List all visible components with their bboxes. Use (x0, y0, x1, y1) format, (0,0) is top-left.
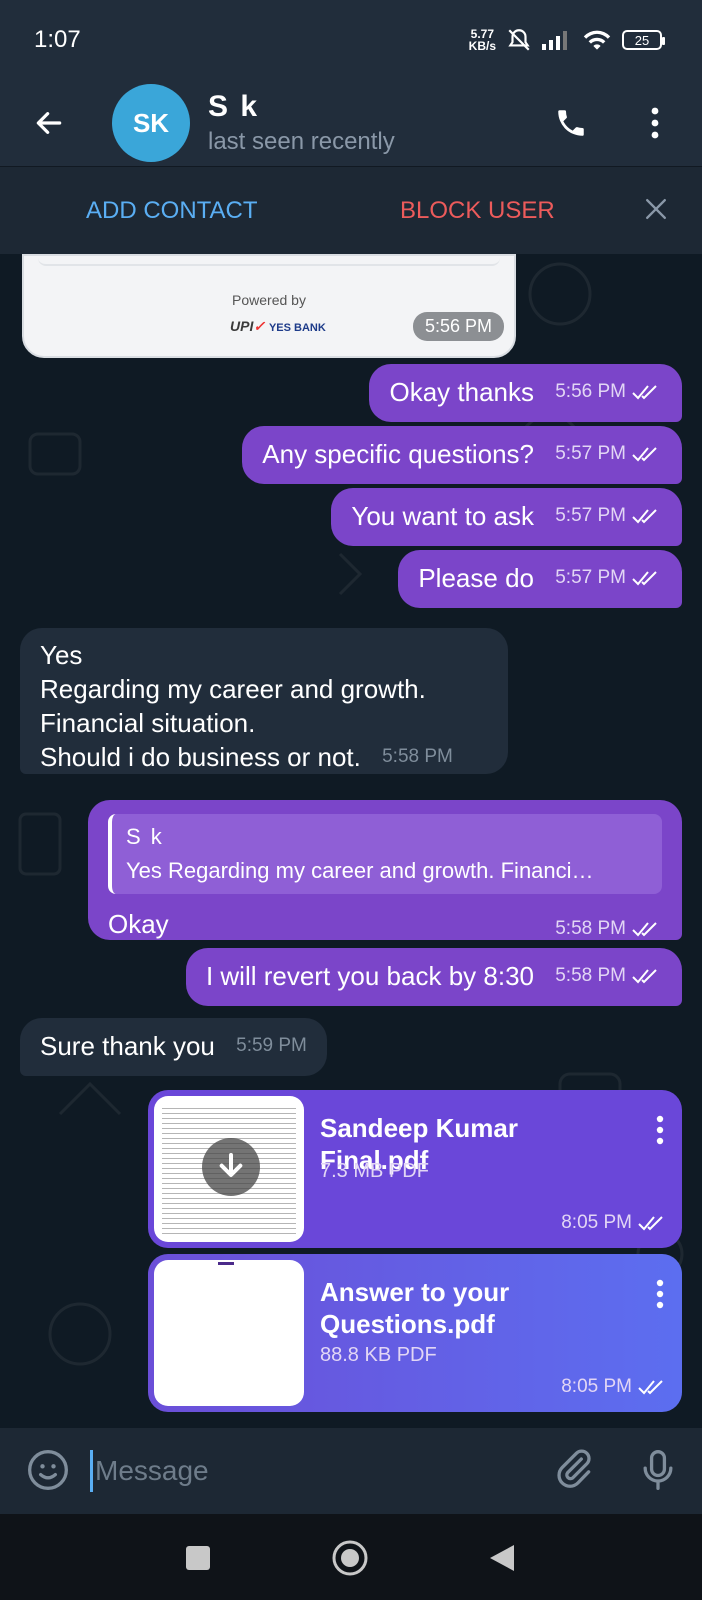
file-name: Answer to your Questions.pdf (320, 1277, 510, 1339)
file-size: 7.3 MB PDF (320, 1160, 429, 1182)
outgoing-reply-message[interactable]: S k Yes Regarding my career and growth. … (88, 800, 682, 940)
message-meta: 5:56 PM (555, 375, 662, 409)
nav-back-button[interactable] (480, 1536, 524, 1580)
more-vert-icon (651, 107, 659, 139)
system-nav-bar (0, 1514, 702, 1600)
incoming-message[interactable]: Sure thank you 5:59 PM (20, 1018, 327, 1076)
status-time: 1:07 (34, 26, 81, 53)
file-message[interactable]: Answer to your Questions.pdf 88.8 KB PDF… (148, 1254, 682, 1412)
message-text: Sure thank you (40, 1031, 215, 1061)
outgoing-message[interactable]: Okay thanks 5:56 PM (369, 364, 682, 422)
double-check-icon (632, 922, 657, 937)
reply-quote[interactable]: S k Yes Regarding my career and growth. … (108, 814, 662, 894)
double-check-icon (632, 969, 657, 984)
message-text: Please do (418, 563, 534, 593)
close-icon (645, 198, 667, 220)
telegram-chat-screen: 1:07 5.77 KB/s 25 SK S k last seen recen… (0, 0, 702, 1600)
more-options-button[interactable] (630, 98, 680, 148)
emoji-icon[interactable] (26, 1448, 70, 1492)
double-check-icon (632, 571, 657, 586)
card-timestamp: 5:56 PM (412, 312, 504, 341)
message-meta: 5:59 PM (236, 1035, 307, 1056)
status-icons: 5.77 KB/s 25 (468, 27, 665, 53)
double-check-icon (632, 385, 657, 400)
back-button[interactable] (24, 98, 74, 148)
contact-action-bar: ADD CONTACT BLOCK USER (0, 166, 702, 254)
status-bar: 1:07 5.77 KB/s 25 (0, 0, 702, 80)
signal-icon (542, 31, 567, 50)
message-meta: 5:57 PM (555, 437, 662, 471)
outgoing-message[interactable]: Please do 5:57 PM (398, 550, 682, 608)
message-meta: 5:58 PM (555, 912, 662, 946)
message-meta: 5:58 PM (555, 959, 662, 993)
close-action-bar-button[interactable] (634, 187, 678, 231)
more-vert-icon (656, 1279, 664, 1309)
file-thumbnail[interactable] (154, 1096, 304, 1242)
payment-card[interactable]: Powered by UPI✓ YES BANK 5:56 PM (22, 254, 516, 358)
message-composer (0, 1428, 702, 1514)
file-options-button[interactable] (648, 1274, 672, 1314)
message-text: You want to ask (351, 501, 534, 531)
battery-indicator: 25 (622, 30, 665, 50)
message-input[interactable] (90, 1450, 510, 1492)
message-meta: 8:05 PM (561, 1212, 668, 1234)
nav-home-icon (332, 1540, 368, 1576)
message-meta: 5:58 PM (382, 746, 453, 767)
back-arrow-icon (36, 112, 62, 134)
incoming-message[interactable]: Yes Regarding my career and growth. Fina… (20, 628, 508, 774)
message-text: Okay thanks (389, 377, 534, 407)
message-meta: 5:57 PM (555, 561, 662, 595)
block-user-button[interactable]: BLOCK USER (400, 197, 555, 225)
phone-icon (558, 110, 584, 136)
double-check-icon (632, 509, 657, 524)
message-text: I will revert you back by 8:30 (205, 961, 534, 991)
reply-sender: S k (126, 824, 164, 849)
reply-text: Yes Regarding my career and growth. Fina… (126, 858, 594, 883)
avatar[interactable]: SK (112, 84, 190, 162)
chat-status: last seen recently (208, 128, 395, 155)
mute-bell-icon (508, 29, 530, 51)
chat-title[interactable]: S k last seen recently (208, 90, 546, 156)
chat-header: SK S k last seen recently (0, 80, 702, 166)
wifi-icon (583, 30, 611, 50)
message-meta: 5:57 PM (555, 499, 662, 533)
file-options-button[interactable] (648, 1110, 672, 1150)
double-check-icon (638, 1380, 663, 1395)
outgoing-message[interactable]: You want to ask 5:57 PM (331, 488, 682, 546)
message-list[interactable]: Powered by UPI✓ YES BANK 5:56 PM Okay th… (0, 254, 702, 1428)
outgoing-message[interactable]: I will revert you back by 8:30 5:58 PM (185, 948, 682, 1006)
add-contact-button[interactable]: ADD CONTACT (86, 197, 258, 225)
more-vert-icon (656, 1115, 664, 1145)
double-check-icon (632, 447, 657, 462)
chat-name: S k (208, 90, 260, 123)
mic-icon[interactable] (636, 1448, 680, 1492)
call-button[interactable] (546, 98, 596, 148)
nav-home-button[interactable] (328, 1536, 372, 1580)
message-text: Any specific questions? (262, 439, 534, 469)
double-check-icon (638, 1216, 663, 1231)
message-line: Yes (40, 640, 83, 670)
download-button[interactable] (202, 1138, 260, 1196)
file-size: 88.8 KB PDF (320, 1344, 437, 1366)
file-thumbnail[interactable] (154, 1260, 304, 1406)
message-line: Regarding my career and growth. (40, 674, 426, 704)
upi-yes-bank-logo: UPI✓ YES BANK (230, 318, 326, 334)
powered-by-label: Powered by (232, 292, 306, 308)
outgoing-message[interactable]: Any specific questions? 5:57 PM (242, 426, 682, 484)
download-icon (219, 1153, 243, 1177)
attach-icon[interactable] (552, 1448, 596, 1492)
nav-back-icon (490, 1545, 514, 1571)
file-message[interactable]: Sandeep Kumar Final.pdf 7.3 MB PDF 8:05 … (148, 1090, 682, 1248)
message-line: Should i do business or not. (40, 742, 361, 772)
network-speed: 5.77 KB/s (468, 27, 496, 53)
message-text: Okay (108, 909, 169, 939)
nav-recents-button[interactable] (176, 1536, 220, 1580)
message-meta: 8:05 PM (561, 1376, 668, 1398)
nav-recents-icon (186, 1546, 210, 1570)
message-line: Financial situation. (40, 708, 256, 738)
